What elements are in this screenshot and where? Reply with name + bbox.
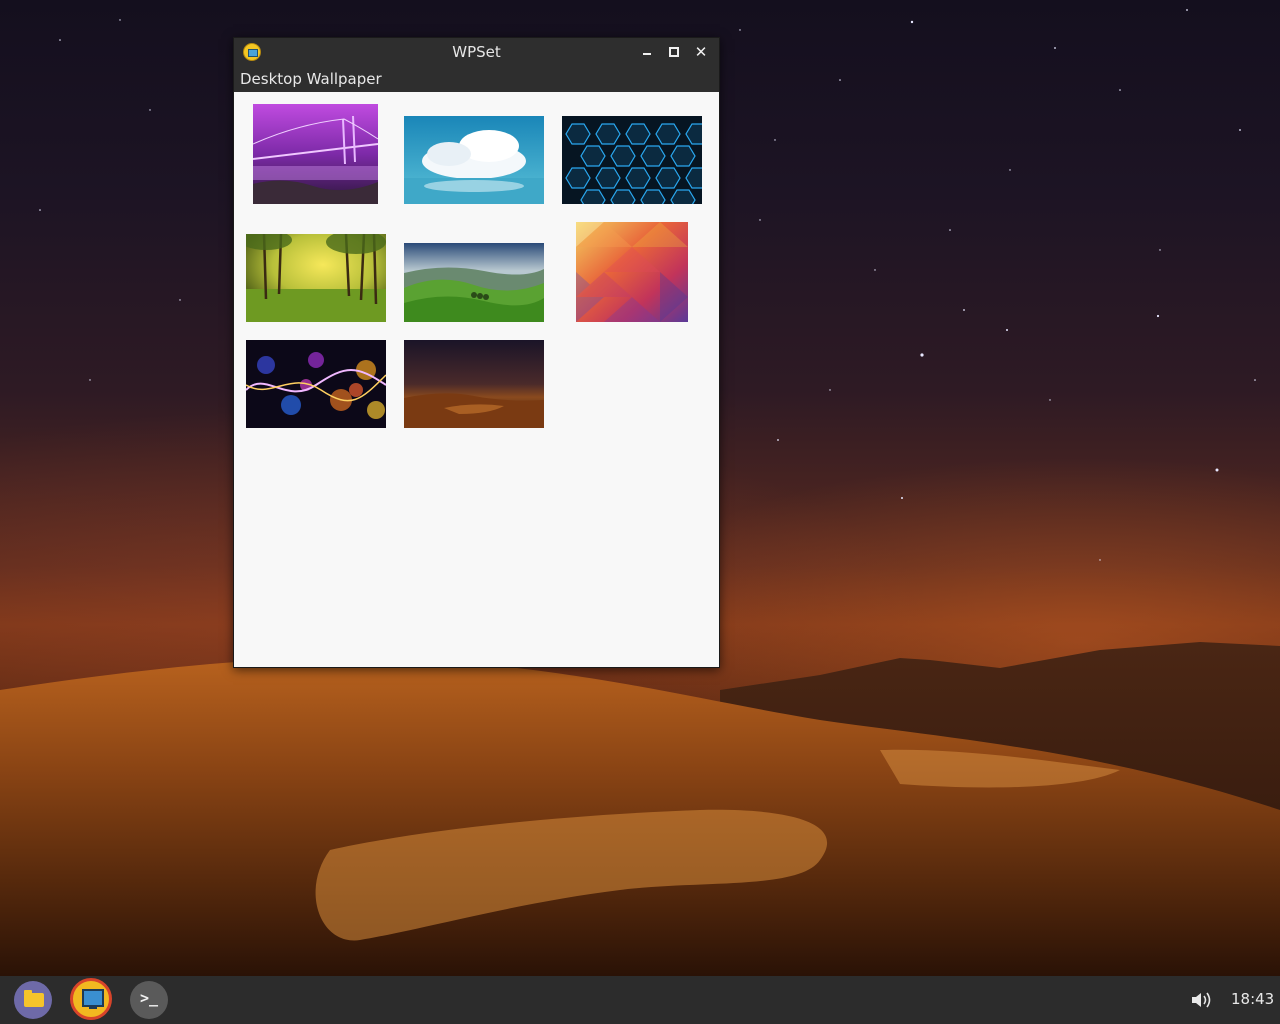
maximize-icon <box>669 47 679 57</box>
title-bar[interactable]: WPSet ✕ <box>234 38 719 66</box>
wallpaper-thumb-desert[interactable] <box>404 340 544 428</box>
terminal-icon: >_ <box>140 989 159 1007</box>
green-hills-image <box>404 243 544 322</box>
minimize-button[interactable] <box>637 42 657 62</box>
night-desert-image <box>404 340 544 428</box>
taskbar: >_ 18:43 <box>0 976 1280 1024</box>
purple-bridge-image <box>253 104 378 204</box>
menu-bar: Desktop Wallpaper <box>234 66 719 92</box>
clouds-image <box>404 116 544 204</box>
clock[interactable]: 18:43 <box>1231 990 1274 1008</box>
wallpaper-thumb-bokeh[interactable] <box>246 340 386 428</box>
folder-icon <box>24 990 44 1007</box>
volume-icon[interactable] <box>1190 990 1214 1010</box>
files-launcher[interactable] <box>14 981 52 1019</box>
geometric-triangles-image <box>576 222 688 322</box>
wallpaper-thumb-triangles[interactable] <box>576 222 688 322</box>
maximize-button[interactable] <box>664 42 684 62</box>
forest-meadow-image <box>246 234 386 322</box>
monitor-icon <box>82 989 104 1009</box>
wallpaper-thumb-hills[interactable] <box>404 243 544 322</box>
close-icon: ✕ <box>694 43 708 61</box>
hexagon-grid-image <box>562 116 702 204</box>
menu-desktop-wallpaper[interactable]: Desktop Wallpaper <box>240 70 382 88</box>
wallpaper-thumb-clouds[interactable] <box>404 116 544 204</box>
terminal-launcher[interactable]: >_ <box>130 981 168 1019</box>
wallpaper-thumb-forest[interactable] <box>246 234 386 322</box>
wallpaper-thumb-purple-bridge[interactable] <box>253 104 378 204</box>
close-button[interactable]: ✕ <box>691 42 711 62</box>
minimize-icon <box>643 53 651 55</box>
wallpaper-grid <box>234 92 719 667</box>
wallpaper-thumb-hexagons[interactable] <box>562 116 702 204</box>
bokeh-waves-image <box>246 340 386 428</box>
wpset-window: WPSet ✕ Desktop Wallpaper <box>233 37 720 668</box>
wpset-launcher[interactable] <box>70 978 112 1020</box>
